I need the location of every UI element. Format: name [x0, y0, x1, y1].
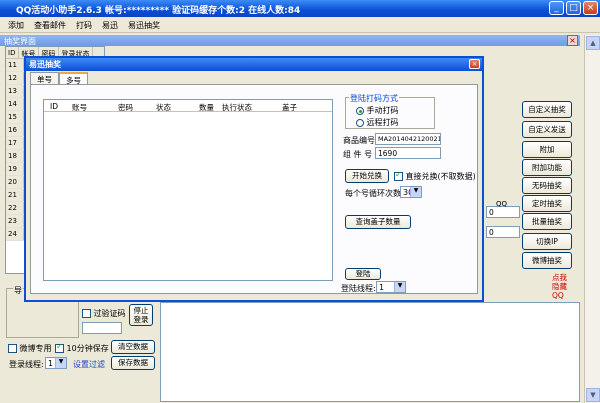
- dialog-close-button[interactable]: ×: [469, 59, 480, 69]
- menu-bar: 添加 查看邮件 打码 易迅 易迅抽奖: [0, 17, 600, 33]
- row-number: 12: [6, 72, 24, 84]
- login-button[interactable]: 登陆: [345, 268, 381, 280]
- attach-button[interactable]: 附加: [522, 141, 572, 158]
- remote-radio-icon: [356, 118, 364, 127]
- account-grid[interactable]: ID 账号 密码 状态 数量 执行状态 盖子: [43, 99, 333, 281]
- remote-captcha-radio[interactable]: 远程打码: [356, 117, 399, 128]
- scheduled-lottery-button[interactable]: 定时抽奖: [522, 195, 572, 212]
- scroll-down-icon[interactable]: ▼: [586, 388, 600, 402]
- chevron-down-icon: ▼: [410, 187, 421, 197]
- chevron-down-icon: ▼: [55, 358, 66, 368]
- row-number: 23: [6, 215, 24, 227]
- manual-captcha-radio[interactable]: 手动打码: [356, 105, 399, 116]
- yixun-lottery-dialog: 易迅抽奖 × 单号 多号 ID 账号 密码 状态 数量 执行状态 盖子 登陆打码…: [24, 56, 484, 302]
- row-number: 13: [6, 85, 24, 97]
- query-caps-button[interactable]: 查询盖子数量: [345, 215, 411, 229]
- row-number: 19: [6, 163, 24, 175]
- row-number: 14: [6, 98, 24, 110]
- menu-item-captcha[interactable]: 打码: [76, 20, 92, 32]
- multi-tab-panel: ID 账号 密码 状态 数量 执行状态 盖子 登陆打码方式 手动打码 远程打码 …: [30, 84, 478, 294]
- grid-header-account: 账号: [72, 103, 87, 112]
- subwindow-close-button[interactable]: ×: [567, 35, 578, 46]
- vertical-scrollbar[interactable]: ▲ ▼: [584, 35, 600, 403]
- loop-count-select[interactable]: 30 ▼: [400, 186, 422, 198]
- subwindow-title: 抽奖界面: [0, 35, 580, 46]
- scroll-up-icon[interactable]: ▲: [586, 36, 600, 50]
- row-number: 20: [6, 176, 24, 188]
- menu-item-add[interactable]: 添加: [8, 20, 24, 32]
- skip-captcha-check-icon: [82, 309, 91, 318]
- row-number: 18: [6, 150, 24, 162]
- grid-header-password: 密码: [118, 103, 133, 112]
- save-data-button[interactable]: 保存数据: [111, 356, 155, 370]
- batch-lottery-button[interactable]: 批量抽奖: [522, 213, 572, 230]
- direct-exchange-checkbox[interactable]: 直接兑换(不取数据): [394, 170, 476, 182]
- menu-item-yixun[interactable]: 易迅: [102, 20, 118, 32]
- custom-lottery-button[interactable]: 自定义抽奖: [522, 101, 572, 118]
- row-number: 11: [6, 59, 24, 71]
- custom-send-button[interactable]: 自定义发送: [522, 121, 572, 138]
- grid-header-id: ID: [50, 102, 58, 111]
- loop-count-label: 每个号循环次数:: [345, 189, 404, 198]
- close-button[interactable]: ×: [583, 1, 598, 15]
- clear-data-button[interactable]: 清空数据: [111, 340, 155, 354]
- product-id-label: 商品编号: [343, 136, 375, 145]
- start-exchange-button[interactable]: 开始兑换: [345, 169, 389, 183]
- row-number: 24: [6, 228, 24, 240]
- switch-ip-button[interactable]: 切换IP: [522, 233, 572, 250]
- weibo-lottery-button[interactable]: 微博抽奖: [522, 252, 572, 269]
- group-id-label: 组 件 号: [343, 150, 373, 159]
- account-grid-header: ID 账号 密码 状态 数量 执行状态 盖子: [44, 100, 332, 112]
- row-number: 21: [6, 189, 24, 201]
- grid-header-exec-status: 执行状态: [222, 103, 252, 112]
- save-10min-check-icon: [55, 342, 64, 353]
- dialog-login-threads-label: 登陆线程:: [341, 284, 376, 293]
- login-threads-label: 登录线程:: [9, 360, 44, 369]
- minimize-button[interactable]: _: [549, 1, 564, 15]
- qq-label: QQ: [496, 200, 508, 208]
- manual-radio-icon: [356, 106, 364, 115]
- grid-header-quantity: 数量: [199, 103, 214, 112]
- save-10min-checkbox[interactable]: 10分钟保存: [55, 342, 109, 354]
- dialog-title: 易迅抽奖: [26, 58, 482, 71]
- grid-header-status: 状态: [156, 103, 171, 112]
- bg-input-2[interactable]: 0: [486, 226, 520, 238]
- dialog-login-threads-select[interactable]: 1 ▼: [376, 281, 406, 293]
- menu-item-yixun-lottery[interactable]: 易迅抽奖: [128, 20, 160, 32]
- tab-single[interactable]: 单号: [30, 72, 59, 84]
- stop-login-button[interactable]: 停止登录: [129, 304, 153, 326]
- right-button-panel: 自定义抽奖 自定义发送 附加 附加功能 无码抽奖 定时抽奖 批量抽奖 切换IP …: [522, 101, 580, 269]
- login-captcha-groupbox: 登陆打码方式 手动打码 远程打码: [345, 93, 435, 129]
- chevron-down-icon: ▼: [394, 282, 405, 292]
- attach-function-button[interactable]: 附加功能: [522, 159, 572, 176]
- column-header-id: ID: [6, 47, 20, 58]
- row-number: 22: [6, 202, 24, 214]
- set-filter-link[interactable]: 设置过滤: [73, 359, 105, 370]
- no-code-lottery-button[interactable]: 无码抽奖: [522, 177, 572, 194]
- log-group-label: 导: [13, 285, 23, 296]
- weibo-only-checkbox[interactable]: 微博专用: [8, 343, 52, 354]
- maximize-button[interactable]: □: [566, 1, 581, 15]
- login-threads-value: 1: [48, 359, 54, 368]
- menu-item-check-mail[interactable]: 查看邮件: [34, 20, 66, 32]
- skip-captcha-checkbox[interactable]: 过验证码: [82, 308, 126, 319]
- grid-header-caps: 盖子: [282, 103, 297, 112]
- window-controls: _ □ ×: [549, 1, 598, 15]
- group-id-input[interactable]: 1690: [375, 147, 441, 159]
- login-threads-select[interactable]: 1 ▼: [45, 357, 67, 369]
- direct-exchange-check-icon: [394, 170, 403, 181]
- weibo-only-check-icon: [8, 344, 17, 353]
- dialog-login-threads-value: 1: [379, 283, 385, 292]
- product-id-input[interactable]: MA201404212002196: [375, 133, 441, 145]
- login-captcha-group-title: 登陆打码方式: [349, 93, 399, 104]
- row-number: 16: [6, 124, 24, 136]
- log-area[interactable]: [160, 302, 580, 402]
- row-number: 15: [6, 111, 24, 123]
- window-title: QQ活动小助手2.6.3 帐号:********* 验证码缓存个数:2 在线人数…: [0, 0, 600, 17]
- captcha-input[interactable]: [82, 322, 122, 334]
- row-number: 17: [6, 137, 24, 149]
